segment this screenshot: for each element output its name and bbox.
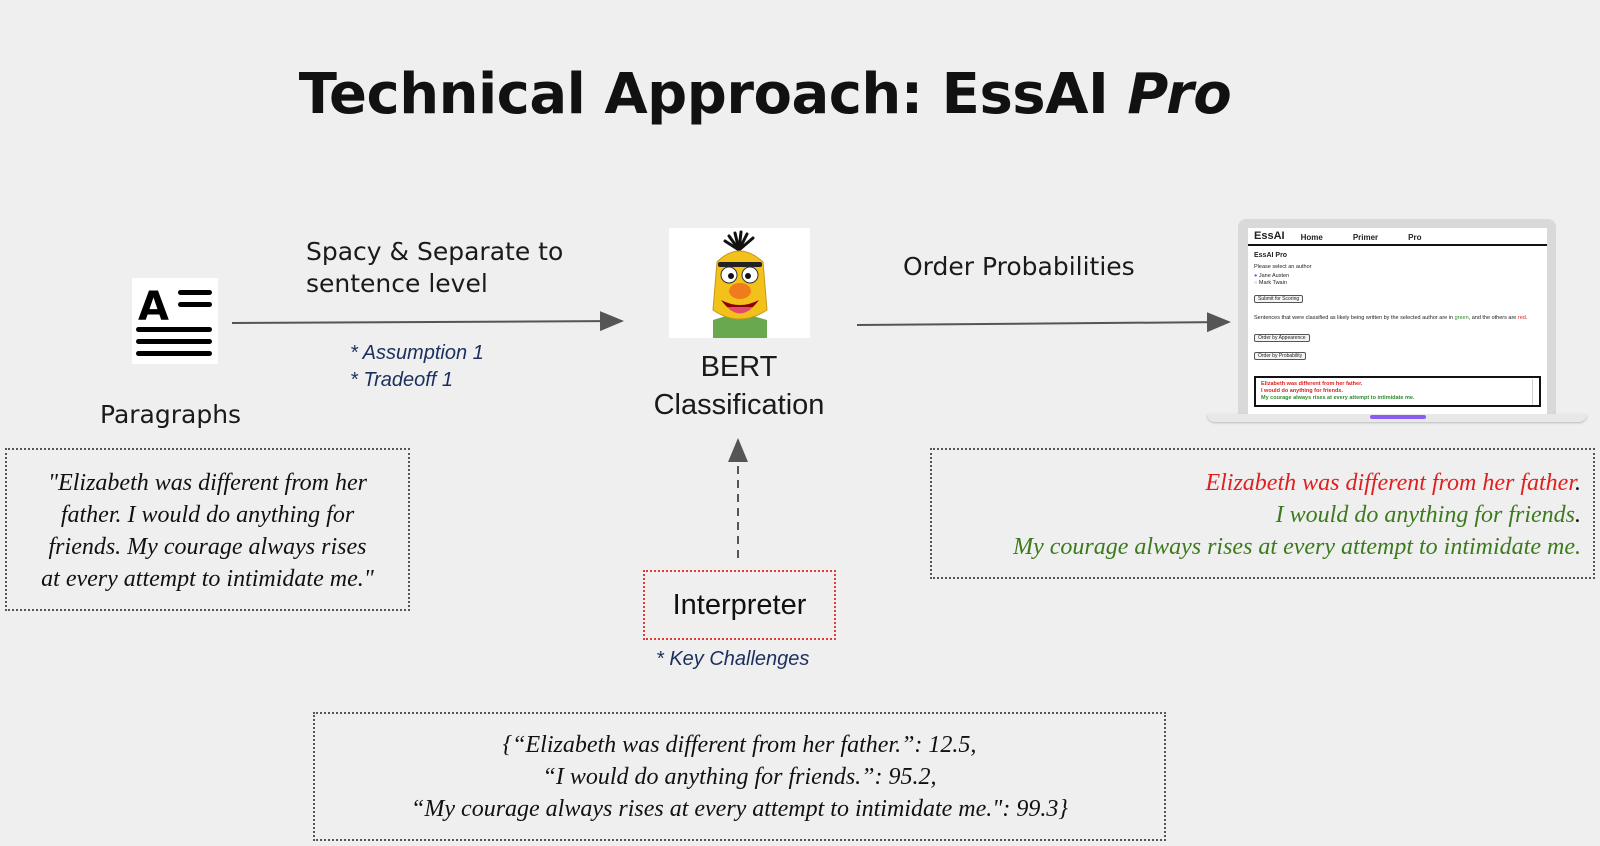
- screenshot-nav-primer: Primer: [1352, 233, 1379, 242]
- screenshot-submit-button: Submit for Scoring: [1254, 295, 1304, 303]
- desc-text: Sentences that were classified as likely…: [1254, 315, 1455, 321]
- paragraphs-label: Paragraphs: [100, 400, 242, 429]
- spacy-step-label: Spacy & Separate to sentence level: [306, 236, 563, 300]
- screenshot-result-line: Elizabeth was different from her father.: [1261, 381, 1363, 387]
- bert-label-line: BERT: [700, 351, 778, 383]
- screenshot-brand: EssAI: [1254, 230, 1285, 242]
- screenshot-heading: EssAI Pro: [1254, 252, 1288, 259]
- screenshot-order-appearance-button: Order by Appearence: [1254, 334, 1310, 342]
- output-suffix: .: [1575, 502, 1581, 528]
- desc-red: red: [1517, 315, 1526, 321]
- paragraph-line: "Elizabeth was different from her: [48, 470, 367, 496]
- paragraph-line: at every attempt to intimidate me.": [41, 566, 374, 592]
- desc-text: , and the others are: [1468, 315, 1518, 321]
- screenshot-radio-mark: ○ Mark Twain: [1254, 280, 1287, 286]
- screenshot-navbar: EssAI Home Primer Pro: [1248, 228, 1547, 246]
- output-line: Elizabeth was different from her father.: [932, 467, 1581, 499]
- screenshot-result-line: I would do anything for friends.: [1261, 388, 1343, 394]
- screenshot-result-line: My courage always rises at every attempt…: [1261, 395, 1415, 401]
- tradeoff-note: * Tradeoff 1: [350, 369, 454, 391]
- screenshot-nav-pro: Pro: [1408, 233, 1422, 242]
- screenshot-nav-home: Home: [1300, 233, 1323, 242]
- screenshot-author: Jane Austen: [1258, 273, 1290, 279]
- bert-label: BERT Classification: [620, 348, 858, 424]
- laptop-notch: [1370, 415, 1426, 419]
- desc-green: green: [1454, 315, 1469, 321]
- interpreter-box: Interpreter: [643, 570, 836, 640]
- output-box: Elizabeth was different from her father.…: [930, 448, 1595, 579]
- output-text: Elizabeth was different from her father: [1205, 470, 1575, 496]
- desc-text: .: [1525, 315, 1528, 321]
- screenshot-scrollbar: [1532, 379, 1538, 405]
- bert-muppet-icon: [669, 228, 810, 338]
- spacy-notes: * Assumption 1 * Tradeoff 1: [350, 340, 484, 394]
- essai-webpage-screenshot: EssAI Home Primer Pro EssAI Pro Please s…: [1248, 228, 1547, 414]
- spacy-label-line: sentence level: [306, 269, 488, 298]
- output-line: My courage always rises at every attempt…: [932, 531, 1581, 563]
- key-challenges-note: * Key Challenges: [656, 648, 810, 670]
- interpreter-label: Interpreter: [672, 588, 807, 621]
- output-text: My courage always rises at every attempt…: [1013, 534, 1581, 560]
- assumption-note: * Assumption 1: [350, 342, 484, 364]
- arrow-spacy: [231, 311, 624, 332]
- screenshot-radio-jane: ● Jane Austen: [1254, 273, 1290, 279]
- text-align-icon: A: [132, 278, 218, 364]
- output-text: I would do anything for friends: [1275, 502, 1575, 528]
- input-paragraph-box: "Elizabeth was different from her father…: [5, 448, 410, 611]
- output-suffix: .: [1575, 470, 1581, 496]
- score-line: “My courage always rises at every attemp…: [411, 796, 1068, 822]
- svg-text:A: A: [138, 284, 169, 330]
- paragraph-line: father. I would do anything for: [60, 502, 355, 528]
- score-line: {“Elizabeth was different from her fathe…: [502, 732, 977, 758]
- screenshot-results-box: Elizabeth was different from her father.…: [1254, 376, 1541, 407]
- screenshot-author: Mark Twain: [1258, 280, 1287, 286]
- screenshot-description: Sentences that were classified as likely…: [1254, 315, 1541, 322]
- paragraph-line: friends. My courage always rises: [48, 534, 367, 560]
- score-line: “I would do anything for friends.”: 95.2…: [542, 764, 937, 790]
- screenshot-order-probability-button: Order by Probability: [1254, 352, 1307, 360]
- bert-label-line: Classification: [653, 389, 825, 421]
- output-line: I would do anything for friends.: [932, 499, 1581, 531]
- arrow-order: [856, 312, 1231, 333]
- spacy-label-line: Spacy & Separate to: [306, 237, 564, 266]
- screenshot-prompt: Please select an author: [1254, 264, 1312, 270]
- order-probabilities-label: Order Probabilities: [903, 252, 1135, 281]
- scores-box: {“Elizabeth was different from her fathe…: [313, 712, 1166, 841]
